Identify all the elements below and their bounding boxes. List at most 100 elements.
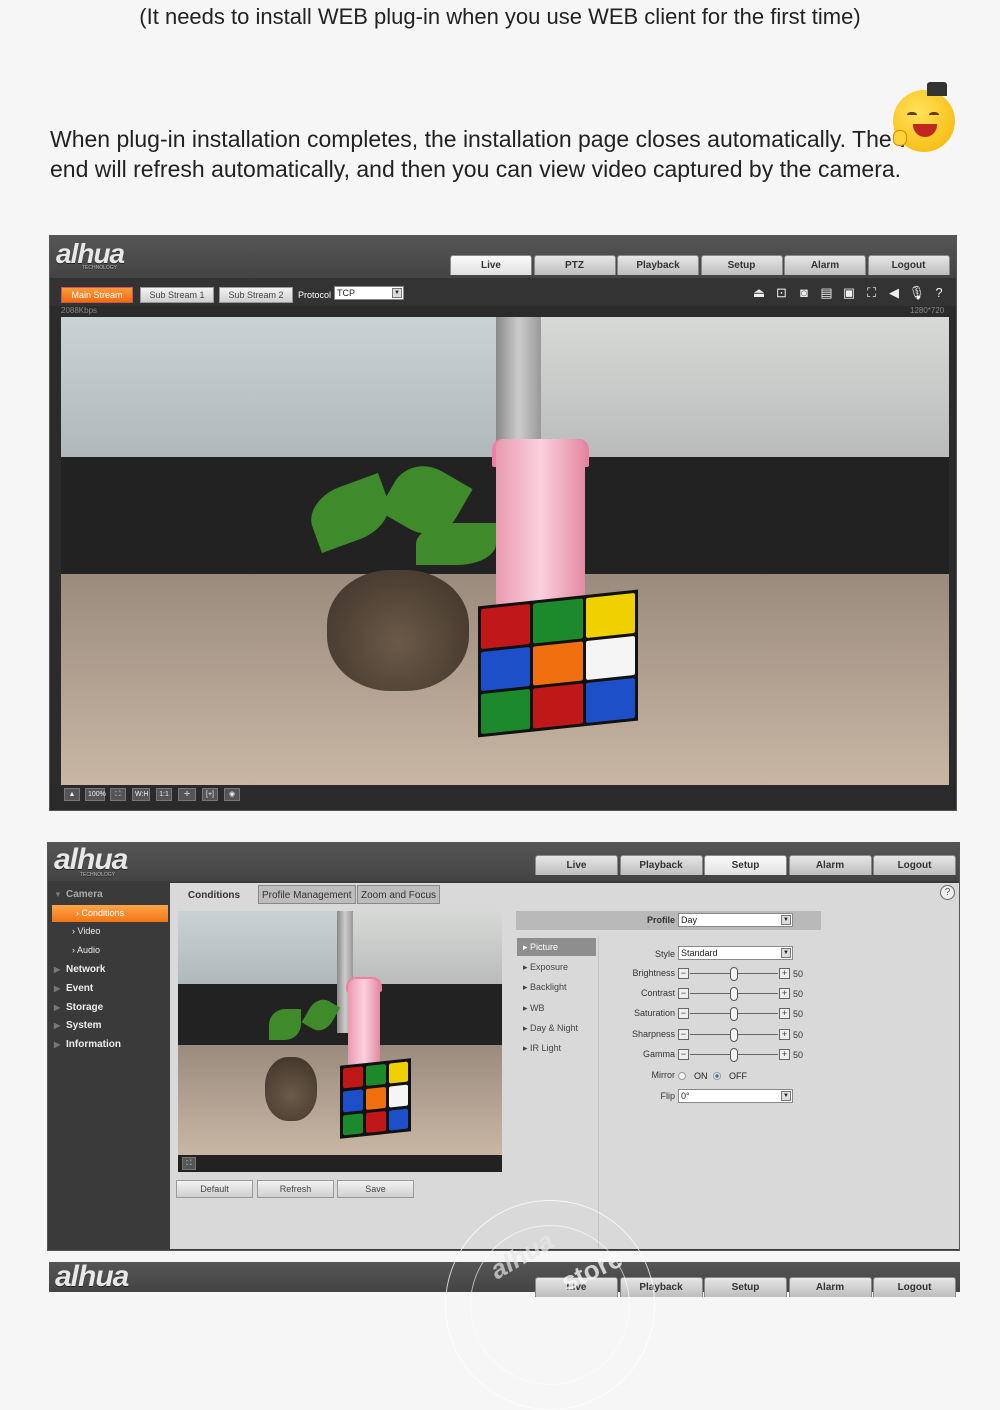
default-button[interactable]: Default	[176, 1180, 253, 1198]
menu-item-wb[interactable]: ▸ WB	[517, 999, 596, 1017]
cube-sticker	[343, 1113, 363, 1136]
style-select[interactable]: Standard ▼	[678, 946, 793, 960]
cube-sticker	[533, 598, 583, 644]
fullscreen-preview-icon[interactable]: ⛶	[182, 1157, 196, 1170]
plus-icon[interactable]: +	[779, 1028, 790, 1040]
plus-icon[interactable]: +	[779, 968, 790, 979]
install-paragraph: When plug-in installation completes, the…	[50, 126, 948, 182]
sidebar-item-storage[interactable]: ▶ Storage	[48, 999, 168, 1016]
tab-zoom-and-focus[interactable]: Zoom and Focus	[357, 885, 441, 904]
menu-item-ir-light[interactable]: ▸ IR Light	[517, 1039, 596, 1057]
tab-conditions[interactable]: Conditions	[172, 885, 256, 904]
original-size-button[interactable]: 1:1	[156, 788, 172, 801]
gamma-label: Gamma	[642, 1048, 675, 1059]
minus-icon[interactable]: −	[678, 988, 689, 1000]
audio-icon[interactable]: ◀	[886, 286, 902, 300]
cube-sticker	[585, 592, 636, 638]
saturation-slider[interactable]: − +	[678, 1007, 790, 1022]
tab-playback[interactable]: Playback	[617, 255, 699, 275]
plus-icon[interactable]: +	[779, 988, 790, 1000]
record-icon[interactable]: ▣	[841, 286, 857, 300]
sidebar-item-event[interactable]: ▶ Event	[48, 980, 168, 997]
alarm-icon[interactable]: ⏏	[751, 286, 767, 300]
eye-icon[interactable]: ◉	[224, 788, 240, 801]
zoom-area-icon[interactable]: ⊡	[774, 286, 790, 300]
contrast-slider[interactable]: − +	[678, 987, 790, 1002]
triple-snapshot-icon[interactable]: ▤	[819, 286, 835, 300]
cube-sticker	[388, 1108, 409, 1132]
fit-window-icon[interactable]: ⛶	[110, 788, 126, 801]
gamma-value: 50	[793, 1049, 804, 1060]
help-icon[interactable]: ?	[931, 286, 947, 300]
mirror-label: Mirror	[651, 1070, 676, 1080]
sidebar-item-system[interactable]: ▶ System	[48, 1017, 168, 1034]
aspect-ratio-button[interactable]: W:H	[132, 788, 150, 801]
main-stream-button[interactable]: Main Stream	[61, 287, 133, 303]
tab-live[interactable]: Live	[535, 855, 618, 875]
microphone-icon[interactable]: 🎙	[909, 286, 926, 300]
smiley-emoji-icon	[893, 82, 955, 152]
brightness-label: Brightness	[632, 968, 675, 978]
mirror-off-label: OFF	[729, 1071, 747, 1081]
brightness-slider[interactable]: − +	[678, 967, 790, 981]
live-video-view[interactable]	[61, 317, 949, 785]
sidebar-item-conditions[interactable]: › Conditions	[52, 905, 168, 922]
gamma-slider[interactable]: − +	[678, 1047, 790, 1062]
protocol-select[interactable]: TCP ▼	[334, 286, 404, 300]
tab-logout[interactable]: Logout	[867, 255, 950, 275]
minus-icon[interactable]: −	[678, 968, 689, 979]
tab-setup[interactable]: Setup	[700, 255, 783, 275]
slider-knob[interactable]	[730, 1027, 738, 1042]
snapshot-tool-icon[interactable]: ▲	[64, 788, 80, 801]
tab-ptz[interactable]: PTZ	[533, 255, 616, 275]
conditions-video-preview	[178, 911, 502, 1155]
sharpness-slider[interactable]: − +	[678, 1027, 790, 1042]
mirror-on-radio[interactable]	[678, 1072, 686, 1080]
slider-knob[interactable]	[730, 1047, 738, 1062]
sub-stream-2-button[interactable]: Sub Stream 2	[219, 287, 293, 303]
tab-setup[interactable]: Setup	[704, 855, 787, 875]
sidebar-item-information[interactable]: ▶ Information	[48, 1036, 168, 1053]
tab-setup[interactable]: Setup	[704, 1277, 787, 1297]
slider-knob[interactable]	[730, 987, 738, 1002]
tab-profile-management[interactable]: Profile Management	[258, 885, 356, 904]
sub-stream-1-button[interactable]: Sub Stream 1	[140, 287, 214, 303]
plus-icon[interactable]: +	[779, 1008, 790, 1020]
sidebar-item-audio[interactable]: › Audio	[48, 942, 168, 959]
flip-select[interactable]: 0° ▼	[678, 1089, 793, 1103]
help-icon[interactable]: ?	[940, 885, 955, 900]
profile-label: Profile	[646, 915, 675, 925]
tab-alarm[interactable]: Alarm	[784, 255, 866, 275]
cube-sticker	[343, 1090, 363, 1113]
cube-sticker	[388, 1061, 409, 1085]
saturation-label: Saturation	[633, 1008, 675, 1019]
plus-icon[interactable]: +	[779, 1048, 790, 1060]
zoom-level-button[interactable]: 100%	[85, 788, 106, 801]
refresh-button[interactable]: Refresh	[257, 1180, 334, 1198]
save-button[interactable]: Save	[337, 1180, 414, 1198]
sidebar-camera[interactable]: ▼ Camera	[48, 886, 168, 903]
tab-playback[interactable]: Playback	[619, 855, 703, 875]
slider-knob[interactable]	[730, 967, 738, 981]
menu-item-backlight[interactable]: ▸ Backlight	[517, 978, 596, 996]
tab-live[interactable]: Live	[450, 255, 532, 275]
ptz-move-icon[interactable]: ✛	[178, 788, 196, 801]
sidebar-item-video[interactable]: › Video	[48, 923, 168, 940]
digital-zoom-icon[interactable]: ⛶	[864, 286, 880, 300]
fullscreen-icon[interactable]: [+]	[202, 788, 218, 801]
minus-icon[interactable]: −	[678, 1048, 689, 1060]
minus-icon[interactable]: −	[678, 1008, 689, 1020]
profile-select[interactable]: Day ▼	[678, 913, 793, 927]
menu-item-day-night[interactable]: ▸ Day & Night	[517, 1019, 596, 1037]
tab-logout[interactable]: Logout	[873, 1277, 956, 1297]
snapshot-icon[interactable]: ◙	[796, 286, 812, 300]
menu-item-exposure[interactable]: ▸ Exposure	[517, 958, 596, 976]
tab-alarm[interactable]: Alarm	[788, 855, 872, 875]
tab-alarm[interactable]: Alarm	[788, 1277, 872, 1297]
slider-knob[interactable]	[730, 1007, 738, 1022]
mirror-off-radio[interactable]	[713, 1072, 721, 1080]
minus-icon[interactable]: −	[678, 1028, 689, 1040]
tab-logout[interactable]: Logout	[873, 855, 956, 875]
sidebar-item-network[interactable]: ▶ Network	[48, 961, 168, 978]
menu-item-picture[interactable]: ▸ Picture	[517, 938, 596, 956]
